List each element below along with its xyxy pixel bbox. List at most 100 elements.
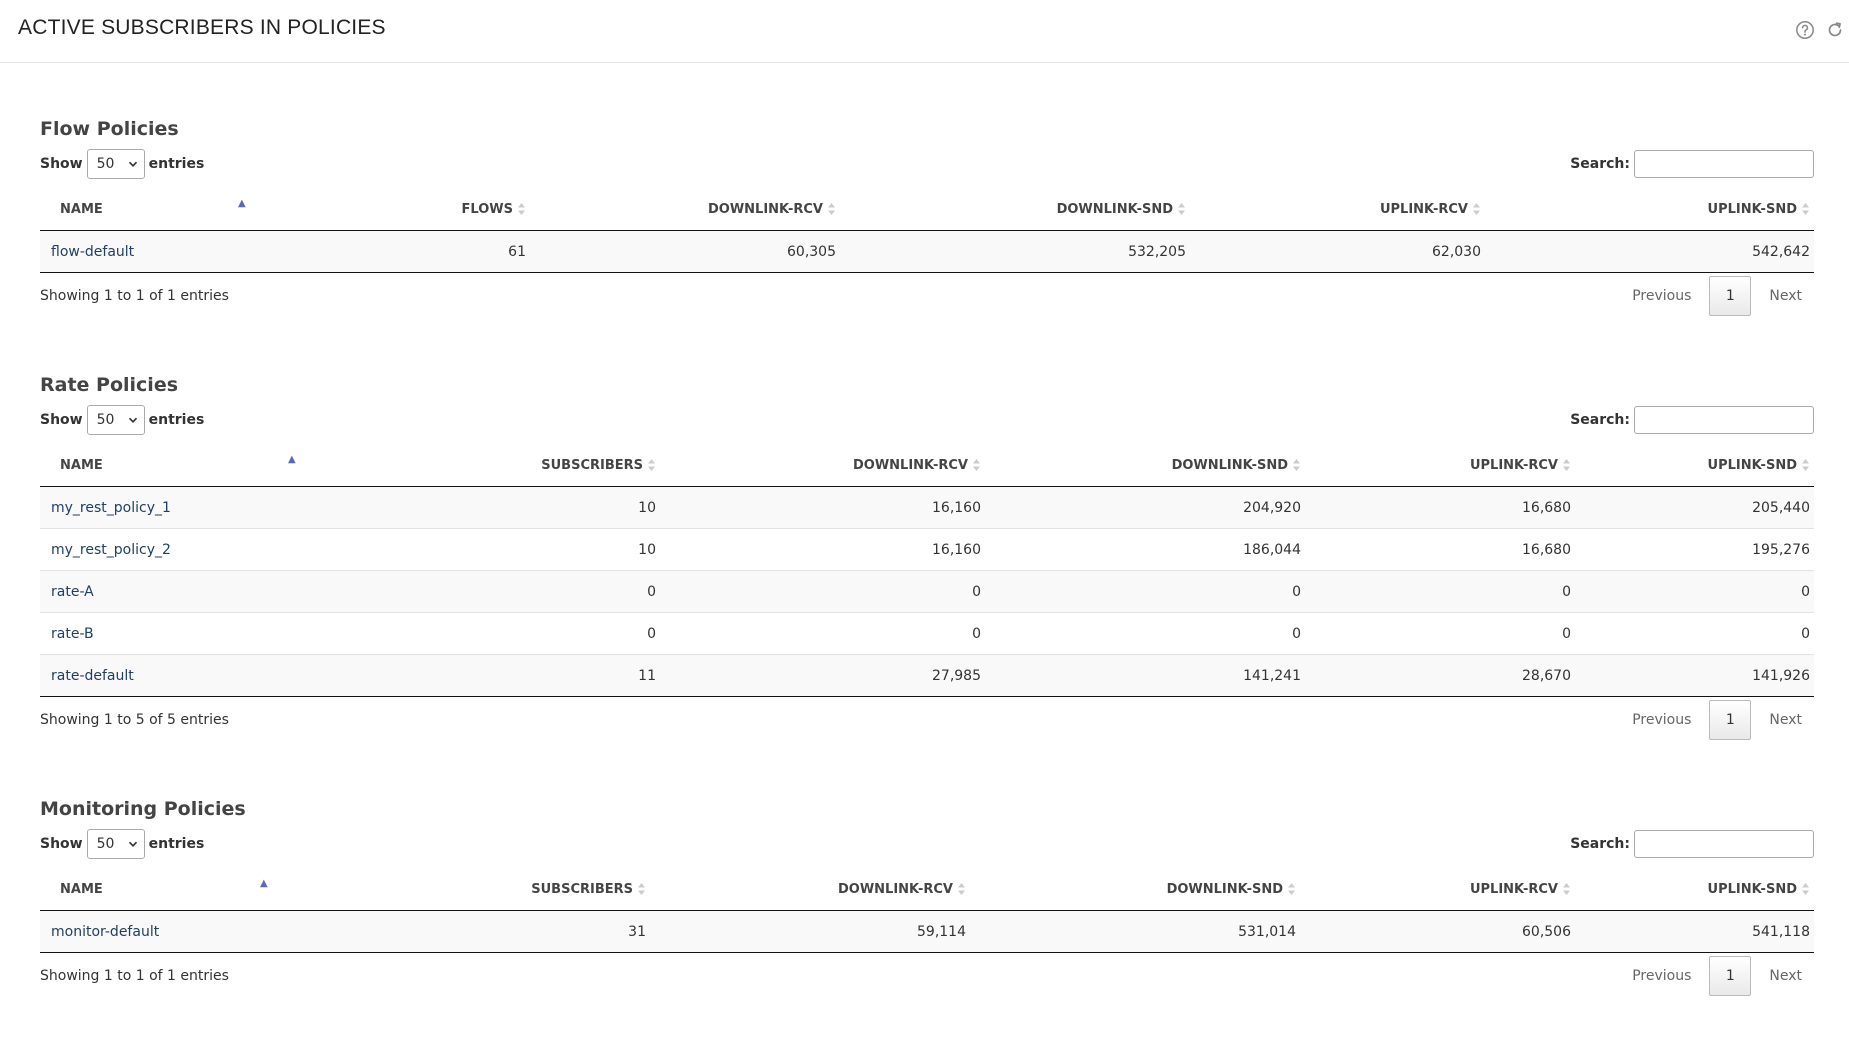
chevron-down-icon [128, 161, 137, 167]
page-length-select[interactable]: 50 [86, 405, 145, 435]
table-row: rate-default 11 27,985 141,241 28,670 141,926 [40, 654, 1814, 697]
search-input[interactable] [1634, 830, 1814, 858]
page-length-select[interactable]: 50 [86, 829, 145, 859]
chevron-down-icon [128, 417, 137, 423]
show-label: Show [40, 412, 83, 428]
refresh-icon[interactable] [1825, 20, 1845, 40]
previous-button[interactable]: Previous [1620, 957, 1703, 995]
next-button[interactable]: Next [1757, 957, 1814, 995]
previous-button[interactable]: Previous [1620, 701, 1703, 739]
page-length-value: 50 [96, 412, 115, 428]
search-input[interactable] [1634, 406, 1814, 434]
value-cell: 532,205 [840, 230, 1190, 273]
column-header[interactable]: DOWNLINK-RCV [660, 444, 985, 487]
sort-icon[interactable] [1562, 882, 1571, 896]
value-cell: 10 [400, 486, 660, 529]
sort-icon[interactable] [1472, 202, 1481, 216]
value-cell: 141,926 [1575, 654, 1814, 697]
policy-name-link[interactable]: my_rest_policy_2 [51, 542, 171, 558]
sort-icon[interactable] [1562, 458, 1571, 472]
column-header[interactable]: DOWNLINK-SND [970, 868, 1300, 911]
value-cell: 59,114 [650, 910, 970, 953]
policy-name-link[interactable]: monitor-default [51, 924, 159, 940]
value-cell: 0 [400, 612, 660, 655]
next-button[interactable]: Next [1757, 701, 1814, 739]
sort-icon[interactable] [1801, 202, 1810, 216]
policy-name-link[interactable]: rate-B [51, 626, 94, 642]
table-row: my_rest_policy_2 10 16,160 186,044 16,680 195… [40, 528, 1814, 571]
sort-ascending-icon: ▲ [260, 878, 268, 889]
table-header-row: NAME ▲ FLOWS DOWNLINK-RCV DOWNLINK-SND UPLINK… [40, 188, 1814, 231]
column-header[interactable]: UPLINK-RCV [1300, 868, 1575, 911]
sort-icon[interactable] [972, 458, 981, 472]
policy-name-link[interactable]: flow-default [51, 244, 134, 260]
policy-name-link[interactable]: rate-A [51, 584, 94, 600]
page-title: ACTIVE SUBSCRIBERS IN POLICIES [18, 16, 386, 39]
page-button-current[interactable]: 1 [1709, 956, 1752, 996]
column-header-name[interactable]: NAME ▲ [40, 188, 340, 231]
page-length-value: 50 [96, 156, 115, 172]
table-info: Showing 1 to 1 of 1 entries [40, 968, 229, 984]
column-header-name[interactable]: NAME ▲ [40, 444, 400, 487]
column-header[interactable]: DOWNLINK-SND [985, 444, 1305, 487]
column-header[interactable]: FLOWS [340, 188, 530, 231]
table-row: monitor-default 31 59,114 531,014 60,506 541,… [40, 910, 1814, 953]
sort-icon[interactable] [517, 202, 526, 216]
show-label: Show [40, 156, 83, 172]
column-header[interactable]: DOWNLINK-RCV [650, 868, 970, 911]
value-cell: 16,680 [1305, 486, 1575, 529]
next-button[interactable]: Next [1757, 277, 1814, 315]
table-header-row: NAME ▲ SUBSCRIBERS DOWNLINK-RCV DOWNLINK-SND… [40, 868, 1814, 911]
value-cell: 11 [400, 654, 660, 697]
policy-name-cell: my_rest_policy_2 [40, 528, 400, 571]
column-header[interactable]: DOWNLINK-RCV [530, 188, 840, 231]
sort-icon[interactable] [1801, 882, 1810, 896]
sort-icon[interactable] [1287, 882, 1296, 896]
search-label: Search: [1570, 156, 1630, 172]
column-header[interactable]: UPLINK-SND [1575, 444, 1814, 487]
page-length-control: Show 50 entries [40, 405, 204, 435]
column-header[interactable]: UPLINK-RCV [1305, 444, 1575, 487]
previous-button[interactable]: Previous [1620, 277, 1703, 315]
column-header[interactable]: DOWNLINK-SND [840, 188, 1190, 231]
table-footer: Showing 1 to 1 of 1 entries Previous 1 N… [40, 273, 1814, 319]
entries-label: entries [148, 836, 205, 852]
table-controls: Show 50 entries Search: [40, 404, 1814, 436]
value-cell: 16,680 [1305, 528, 1575, 571]
search-input[interactable] [1634, 150, 1814, 178]
value-cell: 0 [985, 570, 1305, 613]
value-cell: 195,276 [1575, 528, 1814, 571]
table-info: Showing 1 to 1 of 1 entries [40, 288, 229, 304]
sort-icon[interactable] [1177, 202, 1186, 216]
page-length-value: 50 [96, 836, 115, 852]
sort-icon[interactable] [957, 882, 966, 896]
value-cell: 0 [1305, 612, 1575, 655]
value-cell: 0 [1305, 570, 1575, 613]
policy-name-link[interactable]: my_rest_policy_1 [51, 500, 171, 516]
column-header[interactable]: UPLINK-SND [1485, 188, 1814, 231]
sort-icon[interactable] [647, 458, 656, 472]
column-header-name[interactable]: NAME ▲ [40, 868, 380, 911]
sort-ascending-icon: ▲ [288, 454, 296, 465]
sort-icon[interactable] [1801, 458, 1810, 472]
policy-name-cell: my_rest_policy_1 [40, 486, 400, 529]
page-button-current[interactable]: 1 [1709, 276, 1752, 316]
sort-icon[interactable] [637, 882, 646, 896]
table-controls: Show 50 entries Search: [40, 148, 1814, 180]
policy-name-link[interactable]: rate-default [51, 668, 134, 684]
value-cell: 31 [380, 910, 650, 953]
column-header[interactable]: UPLINK-SND [1575, 868, 1814, 911]
column-header[interactable]: UPLINK-RCV [1190, 188, 1485, 231]
policy-name-cell: monitor-default [40, 910, 380, 953]
value-cell: 27,985 [660, 654, 985, 697]
sort-icon[interactable] [1292, 458, 1301, 472]
page-button-current[interactable]: 1 [1709, 700, 1752, 740]
page-length-select[interactable]: 50 [86, 149, 145, 179]
help-icon[interactable] [1795, 20, 1815, 40]
value-cell: 10 [400, 528, 660, 571]
column-header[interactable]: SUBSCRIBERS [380, 868, 650, 911]
sort-icon[interactable] [827, 202, 836, 216]
value-cell: 186,044 [985, 528, 1305, 571]
column-header[interactable]: SUBSCRIBERS [400, 444, 660, 487]
value-cell: 62,030 [1190, 230, 1485, 273]
